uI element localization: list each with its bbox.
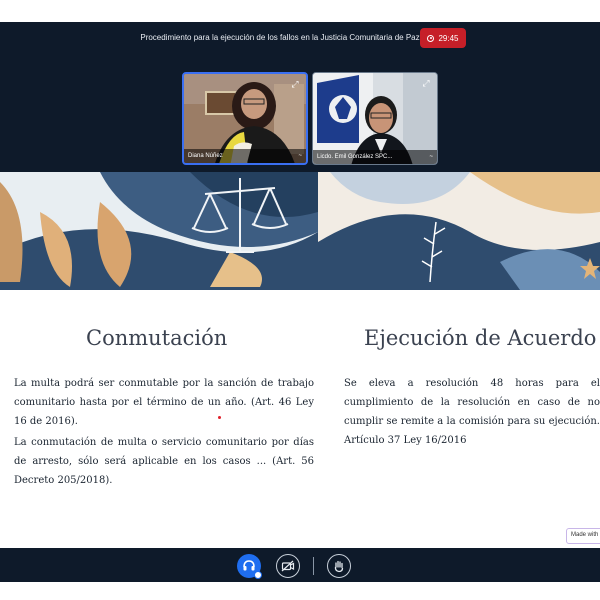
made-with-badge[interactable]: Made with	[566, 528, 600, 544]
bottom-margin	[0, 582, 600, 600]
laser-pointer-dot	[218, 416, 221, 419]
meeting-header: Procedimiento para la ejecución de los f…	[0, 22, 600, 172]
participant-suffix-1: ~	[298, 153, 302, 159]
participant-tile-2[interactable]: ⤢ Licdo. Emil González SPC... ~	[312, 72, 438, 165]
participant-name-2: Licdo. Emil González SPC...	[317, 154, 393, 160]
recording-timer[interactable]: 29:45	[420, 28, 466, 48]
raise-hand-icon	[334, 560, 344, 573]
banner-illustration	[0, 172, 600, 290]
participant-namebar-2: Licdo. Emil González SPC... ~	[313, 150, 437, 164]
meeting-toolbar	[0, 548, 600, 582]
heading-conmutacion: Conmutación	[86, 326, 228, 350]
made-with-text: Made with	[571, 532, 599, 538]
paragraph-ejecucion: Se eleva a resolución 48 horas para el c…	[344, 378, 600, 446]
top-margin	[0, 0, 600, 22]
participant-suffix-2: ~	[429, 154, 433, 160]
audio-button[interactable]	[237, 554, 262, 579]
raise-hand-button[interactable]	[327, 554, 351, 578]
participant-namebar-1: Diana Núñez ~	[184, 149, 306, 163]
audio-status-dot	[254, 571, 262, 579]
meeting-title: Procedimiento para la ejecución de los f…	[140, 33, 420, 42]
camera-button[interactable]	[276, 554, 300, 578]
participant-tile-1[interactable]: ⤢ Diana Núñez ~	[182, 72, 308, 165]
headset-icon	[243, 560, 255, 571]
paragraph-conmutacion-1: La multa podrá ser conmutable por la san…	[14, 378, 314, 427]
camera-off-icon	[281, 560, 295, 572]
expand-icon[interactable]: ⤢	[289, 78, 301, 90]
toolbar-divider	[313, 557, 314, 575]
slide-banner	[0, 172, 600, 290]
record-icon	[427, 34, 435, 42]
timer-text: 29:45	[438, 33, 459, 43]
slide-content: Conmutación Ejecución de Acuerdo La mult…	[0, 290, 600, 546]
participant-name-1: Diana Núñez	[188, 153, 223, 159]
paragraph-conmutacion-2: La conmutación de multa o servicio comun…	[14, 437, 314, 486]
heading-ejecucion: Ejecución de Acuerdo	[364, 326, 597, 350]
expand-icon[interactable]: ⤢	[420, 77, 432, 89]
